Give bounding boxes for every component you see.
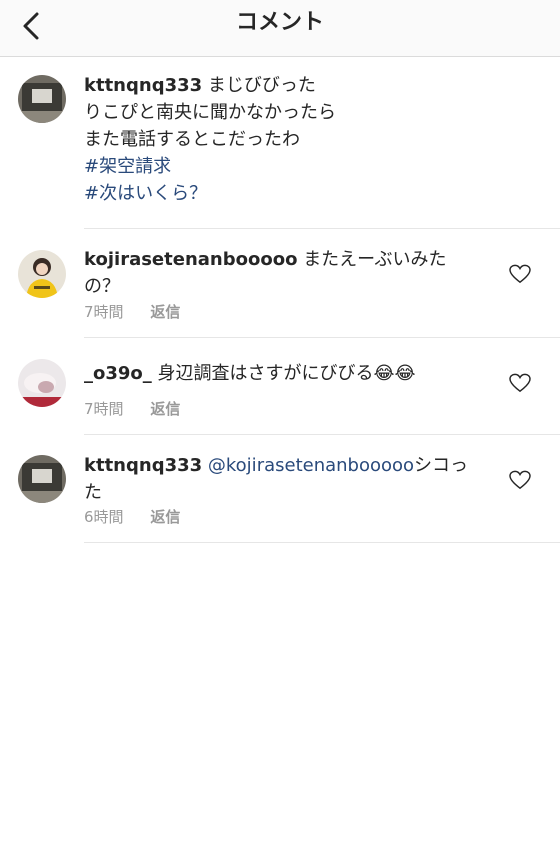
comment-time: 7時間 (84, 303, 124, 321)
comment-text: kttnqnq333 @kojirasetenanboooooシコっ た (84, 452, 484, 506)
comment-body: シコっ (414, 455, 469, 476)
reply-button[interactable]: 返信 (150, 303, 180, 321)
mention-link[interactable]: @kojirasetenanbooooo (208, 455, 414, 476)
comment-username[interactable]: kttnqnq333 (84, 455, 202, 476)
heart-icon[interactable] (509, 373, 531, 393)
avatar[interactable] (18, 359, 66, 407)
divider (84, 228, 560, 229)
heart-icon[interactable] (509, 264, 531, 284)
avatar[interactable] (18, 250, 66, 298)
reply-button[interactable]: 返信 (150, 400, 180, 418)
comment-username[interactable]: _o39o_ (84, 363, 152, 384)
comment-body-cont: の？ (84, 276, 120, 297)
comment-body: またえーぶいみた (303, 249, 447, 270)
comment-body: 身辺調査はさすがにびびる😂😂 (157, 363, 416, 384)
avatar[interactable] (18, 75, 66, 123)
comment-username[interactable]: kojirasetenanbooooo (84, 249, 297, 270)
reply-button[interactable]: 返信 (150, 508, 180, 526)
comment-username[interactable]: kttnqnq333 (84, 75, 202, 96)
top-nav-bar: コメント (0, 0, 560, 57)
caption-line: まじびびった (207, 75, 316, 96)
avatar[interactable] (18, 455, 66, 503)
comment-body-cont: た (84, 482, 102, 503)
comment-text: _o39o_ 身辺調査はさすがにびびる😂😂 (84, 360, 504, 387)
hashtag-link[interactable]: #架空請求 (84, 153, 524, 180)
divider (84, 434, 560, 435)
page-title: コメント (235, 10, 324, 35)
heart-icon[interactable] (509, 470, 531, 490)
comment-text: kojirasetenanbooooo またえーぶいみた の？ (84, 246, 464, 300)
caption-line: また電話するとこだったわ (84, 129, 300, 150)
comment-time: 7時間 (84, 400, 124, 418)
caption-text: kttnqnq333 まじびびった りこぴと南央に聞かなかったら また電話すると… (84, 72, 524, 207)
caption-line: りこぴと南央に聞かなかったら (84, 102, 336, 123)
divider (84, 542, 560, 543)
comment-meta: 7時間 返信 (84, 398, 180, 419)
hashtag-link[interactable]: #次はいくら？ (84, 180, 524, 207)
divider (84, 337, 560, 338)
comment-meta: 6時間 返信 (84, 506, 180, 527)
comment-meta: 7時間 返信 (84, 301, 180, 322)
comment-time: 6時間 (84, 508, 124, 526)
